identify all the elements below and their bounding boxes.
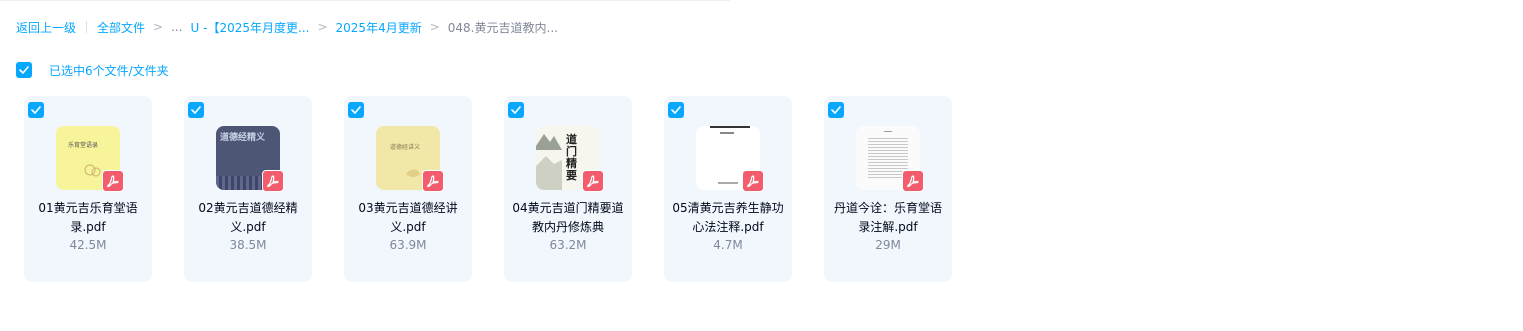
file-card[interactable]: 丹道今诠：乐育堂语录注解.pdf 29M [824,96,952,282]
file-card[interactable]: 道德经精义 02黄元吉道德经精义.pdf 38.5M [184,96,312,282]
check-icon [671,106,681,114]
breadcrumb-separator: > [153,20,164,34]
file-size: 29M [875,238,901,252]
breadcrumb-divider [86,21,88,33]
file-size: 4.7M [713,238,743,252]
file-thumbnail: 道门精要 [536,126,604,192]
breadcrumb-level1[interactable]: U -【2025年月度更... [191,19,310,36]
file-thumbnail [856,126,924,192]
breadcrumb-all-files[interactable]: 全部文件 [97,19,145,36]
selection-bar: 已选中6个文件/文件夹 [16,62,169,78]
file-checkbox[interactable] [188,102,204,118]
file-name[interactable]: 04黄元吉道门精要道教内丹修炼典 [512,199,624,237]
breadcrumb-separator: > [317,20,328,34]
file-name[interactable]: 03黄元吉道德经讲义.pdf [352,199,464,237]
file-thumbnail [696,126,764,192]
check-icon [351,106,361,114]
file-size: 42.5M [69,238,107,252]
pdf-icon [582,170,604,192]
breadcrumb-separator: > [429,20,440,34]
pdf-icon [102,170,124,192]
file-checkbox[interactable] [508,102,524,118]
pdf-icon [422,170,444,192]
file-size: 63.2M [549,238,587,252]
breadcrumb-level2[interactable]: 2025年4月更新 [336,19,422,36]
file-card[interactable]: 道德经讲义 03黄元吉道德经讲义.pdf 63.9M [344,96,472,282]
check-icon [511,106,521,114]
check-icon [19,66,29,74]
file-thumbnail: 道德经精义 [216,126,284,192]
check-icon [831,106,841,114]
file-thumbnail: 乐育堂语录 [56,126,124,192]
pdf-icon [262,170,284,192]
file-card[interactable]: 乐育堂语录 01黄元吉乐育堂语录.pdf 42.5M [24,96,152,282]
file-checkbox[interactable] [28,102,44,118]
breadcrumb-ellipsis[interactable]: ... [171,20,182,34]
file-card[interactable]: 道门精要 04黄元吉道门精要道教内丹修炼典 63.2M [504,96,632,282]
file-checkbox[interactable] [668,102,684,118]
breadcrumb: 返回上一级 全部文件 > ... U -【2025年月度更... > 2025年… [16,18,558,36]
pdf-icon [742,170,764,192]
cover-title: 道德经精义 [220,133,266,143]
file-grid: 乐育堂语录 01黄元吉乐育堂语录.pdf 42.5M 道德经精义 02黄元吉道德… [24,96,952,282]
page-text-line [720,132,734,134]
selection-count-text: 已选中6个文件/文件夹 [49,63,169,78]
file-name[interactable]: 02黄元吉道德经精义.pdf [192,199,304,237]
select-all-checkbox[interactable] [16,62,32,78]
file-size: 63.9M [389,238,427,252]
check-icon [31,106,41,114]
back-link[interactable]: 返回上一级 [16,19,76,36]
pdf-icon [902,170,924,192]
file-name[interactable]: 05清黄元吉养生静功心法注释.pdf [672,199,784,237]
page-header-line [710,126,750,128]
file-name[interactable]: 01黄元吉乐育堂语录.pdf [32,199,144,237]
page-header-line [884,131,892,132]
file-checkbox[interactable] [348,102,364,118]
cover-title: 道门精要 [566,133,577,182]
file-card[interactable]: 05清黄元吉养生静功心法注释.pdf 4.7M [664,96,792,282]
breadcrumb-current: 048.黄元吉道教内... [447,20,558,35]
file-checkbox[interactable] [828,102,844,118]
file-thumbnail: 道德经讲义 [376,126,444,192]
top-divider [0,0,730,1]
file-name[interactable]: 丹道今诠：乐育堂语录注解.pdf [832,199,944,237]
page-footer-line [718,182,738,184]
file-size: 38.5M [229,238,267,252]
check-icon [191,106,201,114]
